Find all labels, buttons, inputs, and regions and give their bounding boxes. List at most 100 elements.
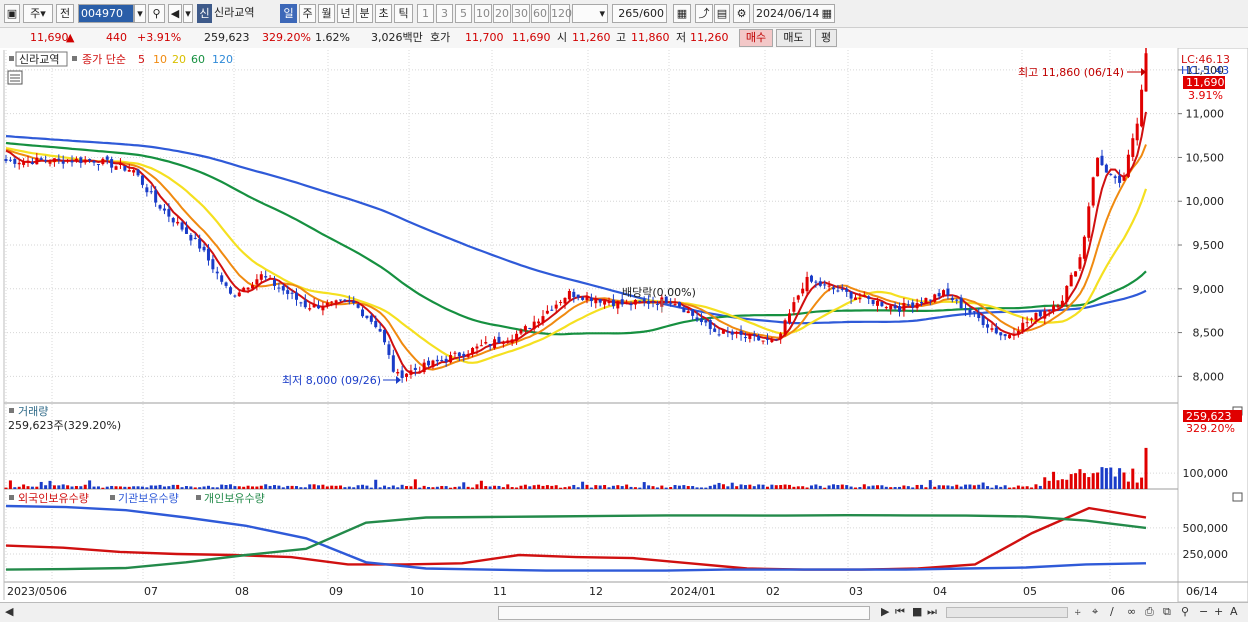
candle-body (884, 307, 888, 309)
date-picker[interactable]: 2024/06/14 ▦ (753, 4, 835, 23)
zoom-out-icon[interactable]: − (1199, 605, 1208, 619)
candle-body (378, 328, 382, 332)
jump-end-icon[interactable]: ⏭ (927, 605, 937, 619)
period-main-select[interactable]: 주▾ (23, 4, 53, 23)
candle-body (123, 165, 127, 171)
balance-button[interactable]: 평 (815, 29, 837, 47)
print-icon[interactable]: ⎙ (1145, 605, 1154, 619)
horizontal-scrollbar[interactable]: ◀ ▶ ⏮ ■ ⏭ ⧾ ⌖ ∕ ∞ ⎙ ⧉ ⚲ − + A (0, 602, 1248, 622)
interval-5-button[interactable]: 5 (455, 4, 472, 23)
interval-custom-select[interactable]: ▾ (572, 4, 608, 23)
zoom-icon[interactable]: ⚲ (1181, 605, 1189, 619)
candle-body (158, 205, 162, 209)
interval-30-button[interactable]: 30 (512, 4, 530, 23)
zoom-tool-icon[interactable]: ⧾ (1075, 605, 1081, 619)
bar-count: 265 (618, 7, 640, 20)
scroll-thumb[interactable] (498, 606, 870, 620)
volume-bar (933, 486, 937, 489)
volume-bar (867, 486, 871, 489)
candle-body (858, 298, 862, 300)
font-size-icon[interactable]: A (1230, 605, 1238, 619)
scroll-right-icon[interactable]: ▶ (881, 605, 889, 619)
period-minute-button[interactable]: 분 (356, 4, 373, 23)
volume-bar (647, 485, 651, 489)
candle-body (1118, 175, 1122, 183)
crosshair-icon[interactable]: ⌖ (1092, 605, 1098, 619)
candle-body (268, 278, 272, 280)
candle-body (1082, 236, 1086, 259)
volume-bar (475, 484, 479, 489)
volume-bar (1109, 467, 1113, 489)
stock-chart[interactable]: 8,000 8,500 9,000 9,500 10,000 10,500 11,000 11… (0, 48, 1248, 602)
volume-bar (1038, 485, 1042, 489)
link-icon[interactable]: ∞ (1127, 605, 1136, 619)
volume-bar (145, 487, 149, 489)
search-icon[interactable]: ⚲ (148, 4, 165, 23)
zoom-slider[interactable] (946, 607, 1068, 618)
interval-1-button[interactable]: 1 (417, 4, 434, 23)
bar-count-input[interactable]: 265/600 (612, 4, 667, 23)
stop-icon[interactable]: ■ (912, 605, 922, 619)
period-tick-button[interactable]: 틱 (394, 4, 413, 23)
candle-body (506, 340, 510, 343)
candle-body (479, 345, 483, 347)
jump-start-icon[interactable]: ⏮ (895, 605, 905, 619)
gear-icon[interactable]: ⚙ (733, 4, 750, 23)
prev-button[interactable]: 전 (56, 4, 74, 23)
window-menu-icon[interactable]: ▣ (4, 4, 20, 23)
draw-tool-icon[interactable]: ⤴ (695, 4, 713, 23)
interval-3-button[interactable]: 3 (436, 4, 453, 23)
candle-body (651, 301, 655, 303)
candle-body (942, 290, 946, 297)
candle-body (255, 279, 259, 285)
volume-bar (352, 487, 356, 489)
period-week-button[interactable]: 주 (299, 4, 316, 23)
period-second-button[interactable]: 초 (375, 4, 392, 23)
interval-120-button[interactable]: 120 (550, 4, 572, 23)
candle-body (83, 159, 87, 163)
buy-button[interactable]: 매수 (739, 29, 773, 47)
candle-body (215, 271, 219, 274)
candle-body (708, 319, 712, 329)
volume-bar (66, 485, 70, 489)
candle-body (145, 187, 149, 193)
candle-body (1003, 334, 1007, 337)
period-year-button[interactable]: 년 (337, 4, 354, 23)
candle-body (545, 310, 549, 314)
copy-icon[interactable]: ⧉ (1163, 605, 1171, 619)
candle-type-icon[interactable]: ▦ (673, 4, 691, 23)
period-day-button[interactable]: 일 (280, 4, 297, 23)
code-dropdown-icon[interactable]: ▾ (134, 4, 146, 23)
legend-ma20: 20 (172, 53, 186, 66)
sound-dropdown-icon[interactable]: ▾ (183, 4, 193, 23)
close-icon[interactable] (1232, 492, 1243, 502)
scroll-left-icon[interactable]: ◀ (5, 605, 13, 619)
zoom-in-icon[interactable]: + (1214, 605, 1223, 619)
candle-body (761, 340, 765, 342)
sound-icon[interactable]: ◀ (168, 4, 182, 23)
interval-60-button[interactable]: 60 (531, 4, 549, 23)
interval-10-button[interactable]: 10 (474, 4, 492, 23)
candle-body (110, 159, 114, 168)
volume-bar (721, 484, 725, 489)
candle-body (444, 358, 448, 362)
candle-body (57, 158, 61, 160)
candle-body (1060, 300, 1064, 307)
volume-bar (361, 484, 365, 489)
volume-bar (444, 486, 448, 489)
candle-body (418, 371, 422, 373)
interval-20-button[interactable]: 20 (493, 4, 511, 23)
save-icon[interactable]: ▤ (714, 4, 730, 23)
volume-bar (74, 485, 78, 489)
candle-body (836, 290, 840, 292)
volume-bar (1021, 486, 1025, 489)
candle-body (537, 321, 541, 324)
trend-icon[interactable]: ∕ (1110, 605, 1114, 619)
sell-button[interactable]: 매도 (776, 29, 811, 47)
candle-body (880, 302, 884, 307)
candle-body (246, 287, 250, 290)
interval-label: 120 (551, 7, 572, 20)
volume-bar (343, 487, 347, 489)
stock-code-input[interactable]: 004970 (78, 4, 134, 23)
period-month-button[interactable]: 월 (318, 4, 335, 23)
